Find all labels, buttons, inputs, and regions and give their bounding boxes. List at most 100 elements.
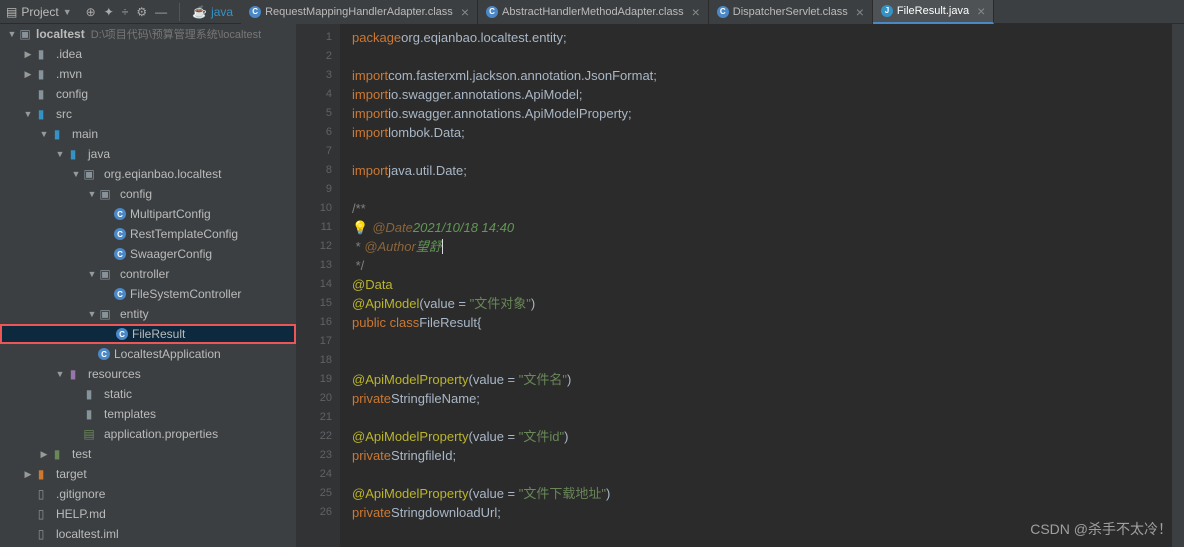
code-line[interactable] (352, 180, 1172, 199)
code-line[interactable] (352, 351, 1172, 370)
tree-item[interactable]: ▼▮src (0, 104, 296, 124)
tree-item[interactable]: CSwaagerConfig (0, 244, 296, 264)
tree-item[interactable]: ▶▮target (0, 464, 296, 484)
tree-item[interactable]: ▮templates (0, 404, 296, 424)
tree-item[interactable]: ▼▣org.eqianbao.localtest (0, 164, 296, 184)
gutter[interactable]: 1234567891011121314151617181920212223242… (296, 24, 340, 547)
code-line[interactable]: private String fileId; (352, 446, 1172, 465)
chevron-right-icon[interactable]: ▶ (22, 469, 34, 480)
code-area[interactable]: package org.eqianbao.localtest.entity; im… (340, 24, 1172, 547)
code-line[interactable]: */ (352, 256, 1172, 275)
chevron-down-icon[interactable]: ▼ (86, 269, 98, 279)
chevron-down-icon[interactable]: ▼ (54, 149, 66, 159)
class-icon: C (249, 6, 261, 18)
tree-item-label: test (72, 447, 91, 461)
tree-item-label: localtest.iml (56, 527, 119, 541)
code-line[interactable]: private String fileName; (352, 389, 1172, 408)
close-icon[interactable]: × (856, 4, 864, 20)
chevron-down-icon: ▼ (63, 7, 72, 17)
tree-item[interactable]: CMultipartConfig (0, 204, 296, 224)
code-line[interactable] (352, 142, 1172, 161)
structure-breadcrumb[interactable]: ☕ java (184, 5, 241, 19)
chevron-down-icon[interactable]: ▼ (86, 309, 98, 319)
tree-item-label: org.eqianbao.localtest (104, 167, 221, 181)
chevron-down-icon[interactable]: ▼ (70, 169, 82, 179)
tree-item[interactable]: ▶▮test (0, 444, 296, 464)
code-line[interactable]: * @Author 望舒 (352, 237, 1172, 256)
tree-item[interactable]: ▮static (0, 384, 296, 404)
expand-all-icon[interactable]: ✦ (104, 5, 114, 19)
editor-tab[interactable]: CAbstractHandlerMethodAdapter.class× (478, 0, 709, 24)
code-line[interactable]: import io.swagger.annotations.ApiModelPr… (352, 104, 1172, 123)
tree-item[interactable]: CRestTemplateConfig (0, 224, 296, 244)
chevron-down-icon: ▼ (6, 29, 18, 39)
code-line[interactable]: @ApiModelProperty(value = "文件下载地址") (352, 484, 1172, 503)
file-icon: ▯ (34, 527, 48, 541)
class-icon: C (114, 288, 126, 300)
tree-item[interactable]: CLocaltestApplication (0, 344, 296, 364)
tree-item[interactable]: ▼▣config (0, 184, 296, 204)
tree-item[interactable]: ▯HELP.md (0, 504, 296, 524)
tree-item-label: HELP.md (56, 507, 106, 521)
project-tree[interactable]: ▼ ▣ localtest D:\项目代码\预算管理系统\localtest ▶… (0, 24, 296, 547)
collapse-all-icon[interactable]: ÷ (122, 5, 129, 19)
code-line[interactable]: @ApiModelProperty(value = "文件id") (352, 427, 1172, 446)
close-icon[interactable]: × (461, 4, 469, 20)
code-line[interactable]: 💡@Date 2021/10/18 14:40 (352, 218, 1172, 237)
code-line[interactable]: public class FileResult { (352, 313, 1172, 332)
tree-item[interactable]: ▶▮.mvn (0, 64, 296, 84)
code-line[interactable]: import lombok.Data; (352, 123, 1172, 142)
tree-item[interactable]: ▼▣controller (0, 264, 296, 284)
close-icon[interactable]: × (692, 4, 700, 20)
tree-item[interactable]: ▶▮.idea (0, 44, 296, 64)
chevron-down-icon[interactable]: ▼ (38, 129, 50, 139)
tree-item[interactable]: ▼▮java (0, 144, 296, 164)
tree-item-label: RestTemplateConfig (130, 227, 238, 241)
chevron-down-icon[interactable]: ▼ (86, 189, 98, 199)
tree-item[interactable]: ▼▣entity (0, 304, 296, 324)
tree-item-label: resources (88, 367, 141, 381)
editor-scrollbar[interactable] (1172, 24, 1184, 547)
tree-item-label: main (72, 127, 98, 141)
tree-item[interactable]: CFileSystemController (0, 284, 296, 304)
code-line[interactable] (352, 332, 1172, 351)
tree-item[interactable]: ▯ localtest.iml (0, 524, 296, 544)
hide-icon[interactable]: — (155, 5, 167, 19)
code-line[interactable]: @ApiModel(value = "文件对象") (352, 294, 1172, 313)
code-line[interactable]: import java.util.Date; (352, 161, 1172, 180)
tree-item[interactable]: ▤application.properties (0, 424, 296, 444)
settings-gear-icon[interactable]: ⚙ (136, 5, 147, 19)
source-folder-icon: ▮ (66, 147, 80, 161)
project-tool-label[interactable]: ▤ Project ▼ (0, 5, 78, 19)
editor-tabs: CRequestMappingHandlerAdapter.class×CAbs… (241, 0, 1184, 24)
select-opened-icon[interactable]: ⊕ (86, 5, 96, 19)
code-editor[interactable]: 1234567891011121314151617181920212223242… (296, 24, 1184, 547)
tree-item[interactable]: ▼▮resources (0, 364, 296, 384)
code-line[interactable] (352, 408, 1172, 427)
tree-item[interactable]: ▯.gitignore (0, 484, 296, 504)
code-line[interactable]: /** (352, 199, 1172, 218)
code-line[interactable]: package org.eqianbao.localtest.entity; (352, 28, 1172, 47)
tree-item[interactable]: ▮config (0, 84, 296, 104)
tree-item[interactable]: ▼▮ main (0, 124, 296, 144)
code-line[interactable] (352, 465, 1172, 484)
close-icon[interactable]: × (977, 3, 985, 19)
code-line[interactable]: @ApiModelProperty(value = "文件名") (352, 370, 1172, 389)
chevron-right-icon[interactable]: ▶ (38, 449, 50, 460)
chevron-down-icon[interactable]: ▼ (22, 109, 34, 119)
code-line[interactable]: import io.swagger.annotations.ApiModel; (352, 85, 1172, 104)
code-line[interactable]: @Data (352, 275, 1172, 294)
class-icon: C (116, 328, 128, 340)
editor-tab[interactable]: JFileResult.java× (873, 0, 994, 24)
tree-root[interactable]: ▼ ▣ localtest D:\项目代码\预算管理系统\localtest (0, 24, 296, 44)
chevron-right-icon[interactable]: ▶ (22, 69, 34, 80)
editor-tab[interactable]: CRequestMappingHandlerAdapter.class× (241, 0, 478, 24)
source-folder-icon: ▮ (50, 127, 64, 141)
tree-item[interactable]: CFileResult (0, 324, 296, 344)
chevron-down-icon[interactable]: ▼ (54, 369, 66, 379)
editor-tab[interactable]: CDispatcherServlet.class× (709, 0, 873, 24)
tab-label: FileResult.java (897, 5, 969, 17)
chevron-right-icon[interactable]: ▶ (22, 49, 34, 60)
code-line[interactable] (352, 47, 1172, 66)
code-line[interactable]: import com.fasterxml.jackson.annotation.… (352, 66, 1172, 85)
